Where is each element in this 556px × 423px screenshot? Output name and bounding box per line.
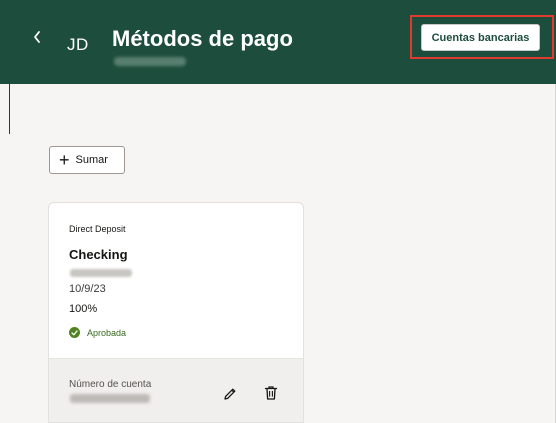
page-title: Métodos de pago xyxy=(112,26,293,51)
page-header: JD Métodos de pago Cuentas bancarias xyxy=(0,0,556,84)
redacted-subtitle xyxy=(114,57,186,66)
status-badge: Aprobada xyxy=(69,327,126,338)
delete-button[interactable] xyxy=(263,384,279,402)
status-label: Aprobada xyxy=(87,327,127,338)
trash-icon xyxy=(264,386,278,400)
pencil-icon xyxy=(224,388,236,400)
redacted-account-number xyxy=(70,394,150,403)
add-button[interactable]: + Sumar xyxy=(49,146,125,174)
plus-icon: + xyxy=(59,150,70,170)
card-percentage: 100% xyxy=(69,303,98,315)
payment-method-card: Direct Deposit Checking 10/9/23 100% Apr… xyxy=(48,202,304,423)
back-button[interactable] xyxy=(26,26,48,48)
account-number-label: Número de cuenta xyxy=(69,379,152,390)
check-circle-icon xyxy=(69,327,80,338)
avatar: JD xyxy=(67,35,89,54)
left-divider xyxy=(9,84,10,134)
card-date: 10/9/23 xyxy=(69,283,106,295)
card-name: Checking xyxy=(69,247,128,262)
payment-methods-page: JD Métodos de pago Cuentas bancarias + S… xyxy=(0,0,556,423)
redacted-detail xyxy=(70,269,132,277)
add-button-label: Sumar xyxy=(75,154,108,166)
bank-accounts-button[interactable]: Cuentas bancarias xyxy=(421,24,540,51)
edit-button[interactable] xyxy=(221,385,239,403)
card-type: Direct Deposit xyxy=(69,224,126,234)
card-footer: Número de cuenta xyxy=(49,358,303,422)
chevron-left-icon xyxy=(34,31,40,43)
